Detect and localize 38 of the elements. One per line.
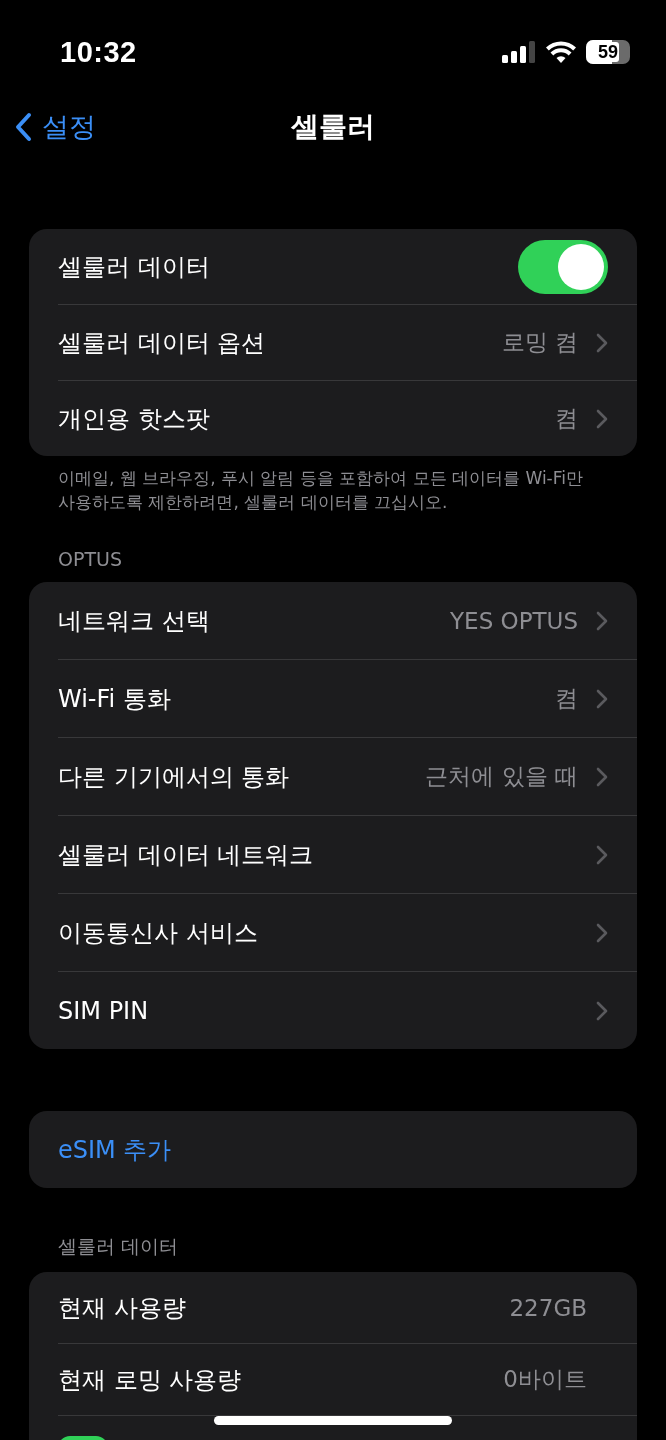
chevron-icon <box>596 688 608 709</box>
battery-level: 59 <box>597 42 619 62</box>
chevron-icon <box>596 922 608 943</box>
row-label[interactable]: 다른 기기에서의 통화 <box>58 760 426 793</box>
chevron-icon <box>596 408 608 429</box>
page-title: 셀룰러 <box>291 109 375 145</box>
row-value: 근처에 있을 때 <box>425 762 578 791</box>
status-time: 10:32 <box>60 35 137 69</box>
section-header: OPTUS <box>57 548 123 572</box>
chevron-icon <box>596 332 608 353</box>
row-value: 227GB <box>509 1294 587 1321</box>
row-value: 켬 <box>555 684 578 713</box>
row-value: 로밍 켬 <box>501 328 578 357</box>
signal-icon <box>502 41 536 63</box>
chevron-icon <box>596 766 608 787</box>
toggle-switch[interactable] <box>518 239 608 294</box>
back-chevron-icon <box>14 112 32 142</box>
row-value: 0바이트 <box>503 1365 587 1394</box>
chevron-icon <box>596 1000 608 1021</box>
row-label: 셀룰러 데이터 <box>58 251 211 283</box>
row-label: 현재 로밍 사용량 <box>58 1364 243 1396</box>
row-label[interactable]: 네트워크 선택 <box>58 604 451 637</box>
section-footer: 이메일, 웹 브라우징, 푸시 알림 등을 포함하여 모든 데이터를 Wi-Fi만 사용하도록 제한하려면, 셀룰러 데이터를 끄십시오. <box>0 456 666 514</box>
section-header: 셀룰러 데이터 <box>57 1234 180 1259</box>
row-label[interactable]: 개인용 핫스팟 <box>58 402 555 435</box>
back-button[interactable]: 설정 <box>14 104 96 150</box>
row-label[interactable]: Wi-Fi 통화 <box>58 682 555 715</box>
row-value: YES OPTUS <box>450 607 578 634</box>
row-label[interactable]: 셀룰러 데이터 옵션 <box>58 326 502 359</box>
row-label: 현재 사용량 <box>58 1292 187 1324</box>
chevron-icon <box>596 610 608 631</box>
row-label[interactable]: SIM PIN <box>58 996 578 1025</box>
row-label[interactable]: 이동통신사 서비스 <box>58 916 578 949</box>
row-value: 켬 <box>555 404 578 433</box>
row-label[interactable]: 셀룰러 데이터 네트워크 <box>58 838 578 871</box>
add-esim-link[interactable]: eSIM 추가 <box>58 1133 608 1166</box>
chevron-icon <box>596 844 608 865</box>
wifi-icon <box>546 41 576 63</box>
